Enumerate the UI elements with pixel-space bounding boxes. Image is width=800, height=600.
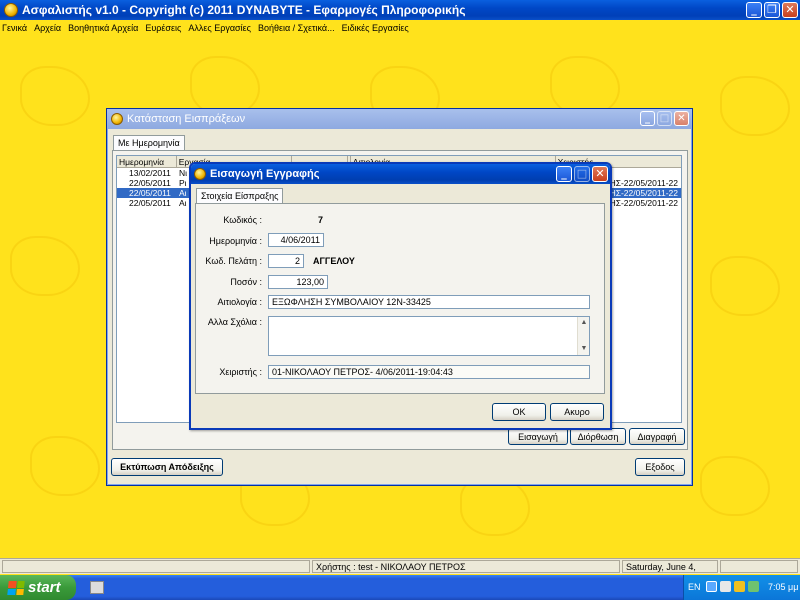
clock[interactable]: 7:05 μμ xyxy=(768,582,798,592)
dialog-icon xyxy=(194,168,206,180)
quick-launch-icon[interactable] xyxy=(90,581,104,594)
background-pattern xyxy=(190,56,260,116)
notes-label: Αλλα Σχόλια : xyxy=(207,317,262,327)
amount-field[interactable]: 123,00 xyxy=(268,275,328,289)
network-icon[interactable] xyxy=(706,581,717,592)
system-tray: EN 7:05 μμ xyxy=(683,575,800,600)
tray-app-icon[interactable] xyxy=(720,581,731,592)
minimize-button[interactable]: _ xyxy=(746,2,762,18)
dialog-minimize-button[interactable]: _ xyxy=(556,166,572,182)
notes-scrollbar[interactable]: ▲ ▼ xyxy=(577,317,589,355)
code-label: Κωδικός : xyxy=(223,215,262,225)
tab-receipt-details[interactable]: Στοιχεία Είσπραξης xyxy=(196,188,284,204)
reason-label: Αιτιολογία : xyxy=(217,297,262,307)
handler-label: Χειριστής : xyxy=(219,367,262,377)
receipts-close-button[interactable]: ✕ xyxy=(674,111,689,126)
reason-field[interactable]: ΕΞΩΦΛΗΣΗ ΣΥΜΒΟΛΑΙΟΥ 12Ν-33425 xyxy=(268,295,590,309)
client-code-label: Κωδ. Πελάτη : xyxy=(205,256,262,266)
statusbar-cell-empty xyxy=(720,560,798,573)
cell-date: 22/05/2011 xyxy=(129,178,171,188)
edit-button[interactable]: Διόρθωση xyxy=(570,428,626,445)
receipts-window-titlebar[interactable]: Κατάσταση Εισπράξεων _ □ ✕ xyxy=(107,109,692,129)
menu-search[interactable]: Ευρέσεις xyxy=(145,23,181,33)
cell-date: 13/02/2011 xyxy=(129,168,171,178)
background-pattern xyxy=(720,76,790,136)
tab-by-date[interactable]: Με Ημερομηνία xyxy=(113,135,185,151)
dialog-titlebar[interactable]: Εισαγωγή Εγγραφής _ □ ✕ xyxy=(191,164,610,184)
receipts-minimize-button[interactable]: _ xyxy=(640,111,655,126)
cell-date: 22/05/2011 xyxy=(129,188,171,198)
windows-logo-icon xyxy=(7,580,25,595)
date-label: Ημερομηνία : xyxy=(209,236,262,246)
scroll-down-icon[interactable]: ▼ xyxy=(579,344,589,354)
start-button[interactable]: start xyxy=(0,575,76,600)
menu-files[interactable]: Αρχεία xyxy=(34,23,61,33)
date-field[interactable]: 4/06/2011 xyxy=(268,233,324,247)
cell-date: 22/05/2011 xyxy=(129,198,171,208)
window-icon xyxy=(111,113,123,125)
receipts-maximize-button[interactable]: □ xyxy=(657,111,672,126)
maximize-button[interactable]: ❐ xyxy=(764,2,780,18)
statusbar-date: Saturday, June 4, 2011 xyxy=(622,560,718,584)
handler-field: 01-ΝΙΚΟΛΑΟΥ ΠΕΤΡΟΣ- 4/06/2011-19:04:43 xyxy=(268,365,590,379)
security-shield-icon[interactable] xyxy=(734,581,745,592)
cell-work: Ρι xyxy=(179,178,187,188)
menubar: Γενικά Αρχεία Βοηθητικά Αρχεία Ευρέσεις … xyxy=(0,20,800,36)
code-value: 7 xyxy=(318,215,324,225)
insert-button[interactable]: Εισαγωγή xyxy=(508,428,568,445)
background-pattern xyxy=(700,456,770,516)
menu-aux-files[interactable]: Βοηθητικά Αρχεία xyxy=(68,23,138,33)
cell-work: Αι xyxy=(179,198,187,208)
start-label: start xyxy=(28,579,61,596)
scroll-up-icon[interactable]: ▲ xyxy=(579,318,589,328)
column-date[interactable]: Ημερομηνία xyxy=(117,156,177,167)
dialog-title: Εισαγωγή Εγγραφής xyxy=(210,168,320,180)
menu-other-tasks[interactable]: Αλλες Εργασίες xyxy=(188,23,251,33)
background-pattern xyxy=(10,236,80,296)
cancel-button[interactable]: Ακυρο xyxy=(550,403,604,421)
menu-help[interactable]: Βοήθεια / Σχετικά... xyxy=(258,23,335,33)
dialog-close-button[interactable]: ✕ xyxy=(592,166,608,182)
app-icon xyxy=(4,3,18,17)
menu-general[interactable]: Γενικά xyxy=(2,23,27,33)
menu-special-tasks[interactable]: Ειδικές Εργασίες xyxy=(342,23,409,33)
cell-handler: ΗΣ-22/05/2011-22 xyxy=(609,188,678,198)
amount-label: Ποσόν : xyxy=(230,277,262,287)
statusbar: Χρήστης : test - ΝΙΚΟΛΑΟΥ ΠΕΤΡΟΣ Saturda… xyxy=(0,558,800,584)
cell-handler: ΗΣ-22/05/2011-22 xyxy=(609,178,678,188)
cell-work: Νι xyxy=(179,168,188,178)
ok-button[interactable]: OK xyxy=(492,403,546,421)
cell-handler: ΗΣ-22/05/2011-22 xyxy=(609,198,678,208)
language-indicator[interactable]: EN xyxy=(688,582,701,592)
background-pattern xyxy=(30,436,100,496)
taskbar: start EN 7:05 μμ xyxy=(0,575,800,600)
client-name: ΑΓΓΕΛΟΥ xyxy=(313,256,355,266)
notes-textarea[interactable]: ▲ ▼ xyxy=(268,316,590,356)
app-titlebar[interactable]: Ασφαλιστής v1.0 - Copyright (c) 2011 DYN… xyxy=(0,0,800,20)
close-button[interactable]: ✕ xyxy=(782,2,798,18)
statusbar-cell-empty xyxy=(2,560,310,573)
exit-button[interactable]: Εξοδος xyxy=(635,458,685,476)
background-pattern xyxy=(550,56,620,116)
cell-work: Αι xyxy=(179,188,187,198)
background-pattern xyxy=(710,256,780,316)
background-pattern xyxy=(20,66,90,126)
statusbar-user: Χρήστης : test - ΝΙΚΟΛΑΟΥ ΠΕΤΡΟΣ xyxy=(312,560,620,573)
receipts-window-title: Κατάσταση Εισπράξεων xyxy=(127,113,246,125)
app-title: Ασφαλιστής v1.0 - Copyright (c) 2011 DYN… xyxy=(22,3,466,17)
delete-button[interactable]: Διαγραφή xyxy=(629,428,685,445)
volume-icon[interactable] xyxy=(748,581,759,592)
client-code-field[interactable]: 2 xyxy=(268,254,304,268)
print-receipt-button[interactable]: Εκτύπωση Απόδειξης xyxy=(111,458,223,476)
dialog-maximize-button[interactable]: □ xyxy=(574,166,590,182)
